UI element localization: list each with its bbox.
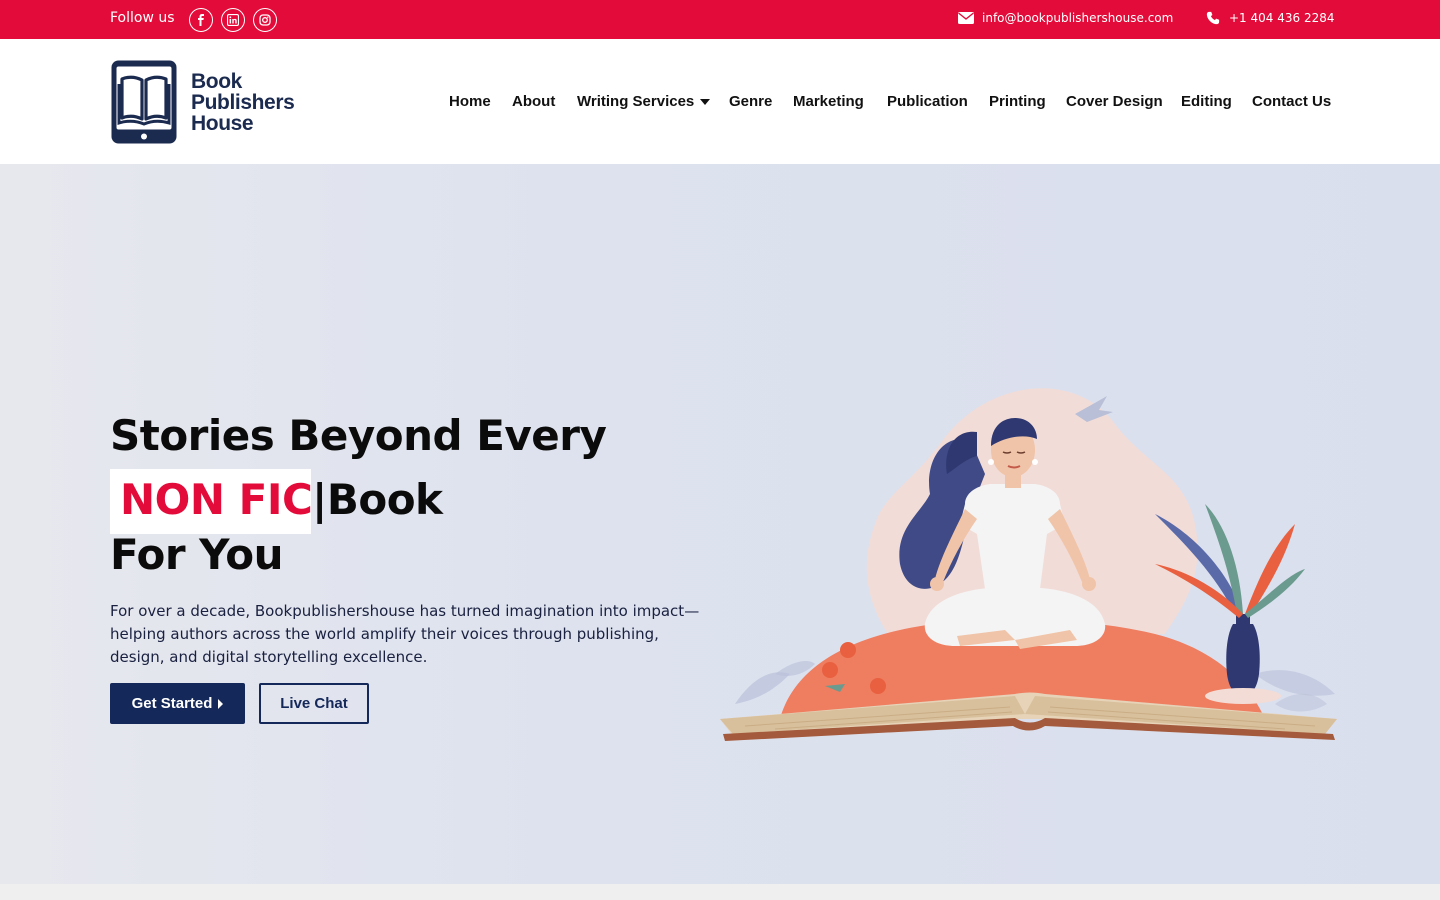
meditating-woman-on-book-illustration	[720, 388, 1337, 741]
nav-cover-design[interactable]: Cover Design	[1066, 93, 1163, 110]
nav-printing[interactable]: Printing	[989, 93, 1046, 110]
rotating-word-box: NON FIC	[110, 469, 313, 534]
logo-wordmark: Book Publishers House	[191, 70, 295, 135]
chevron-down-icon	[700, 99, 711, 106]
nav-contact-us[interactable]: Contact Us	[1252, 93, 1331, 110]
section-divider	[0, 884, 1440, 900]
nav-about[interactable]: About	[512, 93, 555, 110]
nav-writing-services[interactable]: Writing Services	[577, 93, 711, 110]
envelope-icon	[958, 12, 974, 24]
live-chat-button[interactable]: Live Chat	[259, 683, 369, 724]
instagram-icon[interactable]	[253, 8, 277, 32]
caret-right-icon	[218, 698, 224, 709]
tablet-book-icon	[111, 60, 177, 144]
phone-icon	[1206, 11, 1220, 25]
logo-line-2: Publishers	[191, 91, 295, 114]
email-contact[interactable]: info@bookpublishershouse.com	[958, 11, 1173, 25]
nav-genre[interactable]: Genre	[729, 93, 772, 110]
hero-heading-book: |Book	[312, 475, 443, 524]
phone-text: +1 404 436 2284	[1229, 11, 1335, 25]
hero-heading-line-1: Stories Beyond Every	[110, 411, 607, 460]
top-bar: Follow us info@bookpublishershouse.com +…	[0, 0, 1440, 39]
logo-line-3: House	[191, 112, 254, 135]
facebook-icon[interactable]	[189, 8, 213, 32]
nav-editing[interactable]: Editing	[1181, 93, 1232, 110]
follow-us-label: Follow us	[110, 10, 175, 26]
nav-writing-services-label: Writing Services	[577, 93, 695, 110]
site-header: Book Publishers House Home About Writing…	[0, 39, 1440, 164]
hero-section: Stories Beyond Every NON FIC |Book For Y…	[0, 164, 1440, 884]
nav-publication[interactable]: Publication	[887, 93, 968, 110]
nav-marketing[interactable]: Marketing	[793, 93, 864, 110]
get-started-label: Get Started	[131, 695, 213, 712]
hero-heading-line-3: For You	[110, 530, 284, 579]
rotating-word: NON FIC	[120, 475, 313, 524]
email-text: info@bookpublishershouse.com	[982, 11, 1174, 25]
get-started-button[interactable]: Get Started	[110, 683, 245, 724]
site-logo[interactable]: Book Publishers House	[110, 59, 310, 145]
logo-line-1: Book	[191, 70, 242, 93]
hero-description: For over a decade, Bookpublishershouse h…	[110, 602, 700, 666]
phone-contact[interactable]: +1 404 436 2284	[1205, 11, 1334, 25]
nav-home[interactable]: Home	[449, 93, 491, 110]
linkedin-icon[interactable]	[221, 8, 245, 32]
